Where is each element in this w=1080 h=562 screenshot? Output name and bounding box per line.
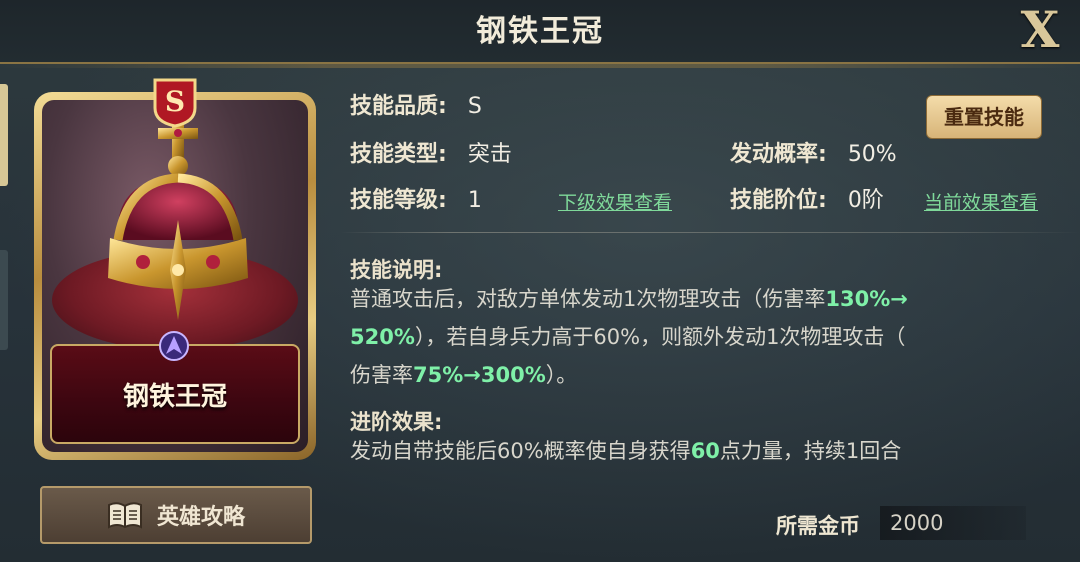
skill-card: 钢铁王冠 S <box>34 78 316 460</box>
quality-label: 技能品质: <box>350 94 447 119</box>
level-label: 技能等级: <box>350 188 447 213</box>
card-frame: 钢铁王冠 <box>34 92 316 460</box>
type-row: 技能类型: 突击 <box>350 140 512 170</box>
cost-label: 所需金币 <box>776 514 860 538</box>
side-tab-active[interactable] <box>0 84 8 186</box>
type-value: 突击 <box>467 142 512 167</box>
current-effect-link[interactable]: 当前效果查看 <box>924 188 1038 215</box>
rank-value: 0阶 <box>847 188 884 213</box>
next-level-effect-link[interactable]: 下级效果查看 <box>558 188 672 215</box>
card-name: 钢铁王冠 <box>122 382 227 412</box>
header-bar: 钢铁王冠 X <box>0 0 1080 68</box>
description-line-1: 普通攻击后，对敌方单体发动1次物理攻击（伤害率130%→ <box>350 287 908 311</box>
grade-letter: S <box>165 85 185 118</box>
close-button[interactable]: X <box>1012 2 1068 58</box>
page-title: 钢铁王冠 <box>476 14 604 49</box>
reset-skill-button[interactable]: 重置技能 <box>926 95 1042 139</box>
level-row: 技能等级: 1 <box>350 186 482 216</box>
description-line-3: 伤害率75%→300%）。 <box>350 363 578 387</box>
hero-guide-button[interactable]: 英雄攻略 <box>40 486 312 544</box>
book-icon <box>107 502 142 529</box>
cost-value: 2000 <box>880 506 1026 540</box>
grade-badge: S <box>153 78 197 128</box>
trigger-label: 发动概率: <box>730 142 827 167</box>
advance-text: 发动自带技能后60%概率使自身获得60点力量，持续1回合 <box>350 439 902 463</box>
side-tab[interactable] <box>0 250 8 350</box>
crown-illustration <box>108 116 248 320</box>
tier-emblem-icon <box>159 331 189 361</box>
quality-row: 技能品质: S <box>350 92 482 122</box>
trigger-row: 发动概率: 50% <box>730 140 897 170</box>
card-art: 钢铁王冠 <box>42 100 308 452</box>
description-line-2: 520%），若自身兵力高于60%，则额外发动1次物理攻击（ <box>350 325 906 349</box>
trigger-value: 50% <box>847 142 897 167</box>
divider <box>340 232 1080 233</box>
rank-row: 技能阶位: 0阶 <box>730 186 884 216</box>
quality-value: S <box>467 94 482 119</box>
hero-guide-label: 英雄攻略 <box>156 505 245 530</box>
type-label: 技能类型: <box>350 142 447 167</box>
level-value: 1 <box>467 188 482 213</box>
rank-label: 技能阶位: <box>730 188 827 213</box>
